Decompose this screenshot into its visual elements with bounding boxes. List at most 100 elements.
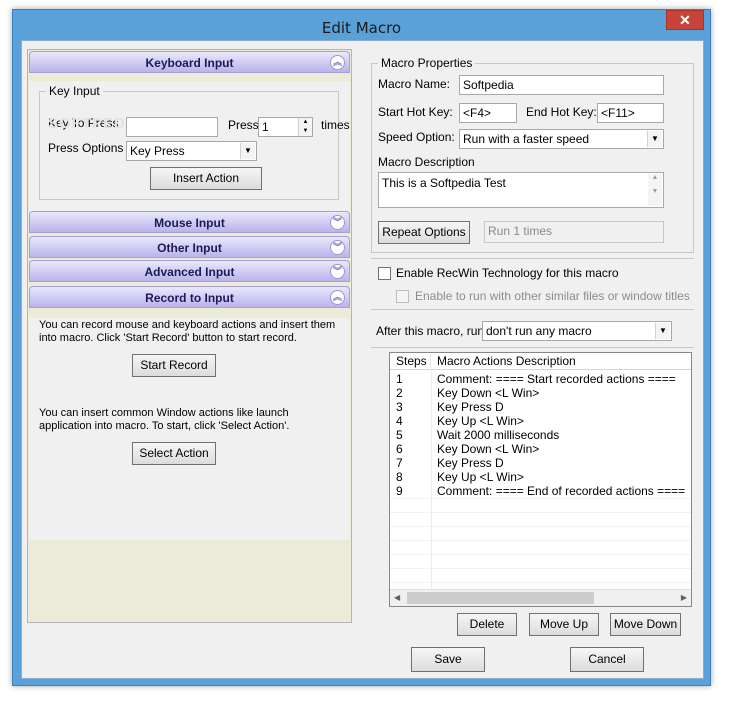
speed-option-select[interactable]: Run with a faster speed ▼ [459,129,664,149]
insert-action-button[interactable]: Insert Action [150,167,262,190]
speed-option-label: Speed Option: [378,130,455,144]
grid-line [390,540,691,541]
end-hotkey-label: End Hot Key: [526,105,597,119]
scrollbar-thumb[interactable] [407,592,594,604]
table-row[interactable]: 5 Wait 2000 milliseconds [390,428,691,442]
enable-similar-checkbox[interactable] [396,290,409,303]
table-row[interactable]: 8 Key Up <L Win> [390,470,691,484]
step-number: 8 [396,470,403,484]
press-options-value: Key Press [130,144,185,158]
grid-line [390,526,691,527]
table-row[interactable]: 3 Key Press D [390,400,691,414]
table-row[interactable]: 2 Key Down <L Win> [390,386,691,400]
select-action-button[interactable]: Select Action [132,442,216,465]
grid-line [390,498,691,499]
record-to-input-body: You can record mouse and keyboard action… [29,318,350,540]
chevron-down-icon[interactable]: ▼ [655,323,670,339]
chevron-down-icon[interactable]: ︾ [330,264,345,279]
keyboard-input-header-label: Keyboard Input [145,56,234,70]
move-down-button[interactable]: Move Down [610,613,681,636]
separator [371,347,694,348]
step-number: 3 [396,400,403,414]
after-macro-label: After this macro, run [376,324,485,338]
record-to-input-header-label: Record to Input [145,291,234,305]
step-number: 6 [396,442,403,456]
step-description: Comment: ==== Start recorded actions ===… [437,372,676,386]
keyboard-input-header[interactable]: Keyboard Input ︽ [29,51,350,73]
chevron-up-icon[interactable]: ︽ [330,55,345,70]
step-description: Wait 2000 milliseconds [437,428,560,442]
chevron-up-icon[interactable]: ︽ [330,290,345,305]
repeat-count-display: Run 1 times [484,221,664,243]
table-row[interactable]: 9 Comment: ==== End of recorded actions =… [390,484,691,498]
step-description: Key Up <L Win> [437,414,524,428]
other-input-header[interactable]: Other Input ︾ [29,236,350,258]
select-action-instructions: You can insert common Window actions lik… [39,407,290,432]
mouse-input-header[interactable]: Mouse Input ︾ [29,211,350,233]
horizontal-scrollbar[interactable]: ◀ ▶ [390,589,691,606]
move-up-button[interactable]: Move Up [529,613,599,636]
grid-line [390,582,691,583]
table-row[interactable]: 7 Key Press D [390,456,691,470]
speed-option-value: Run with a faster speed [463,132,590,146]
description-scrollbar[interactable]: ▲ ▼ [648,174,662,206]
scroll-left-icon[interactable]: ◀ [394,593,400,602]
step-number: 2 [396,386,403,400]
title-bar[interactable]: Edit Macro ✕ [13,10,710,40]
scroll-right-icon[interactable]: ▶ [681,593,687,602]
macro-name-field[interactable]: Softpedia [459,75,664,95]
macro-actions-list[interactable]: Steps Macro Actions Description 1 Comment… [389,352,692,607]
grid-line [390,554,691,555]
step-description: Key Down <L Win> [437,442,540,456]
press-options-select[interactable]: Key Press ▼ [126,141,257,161]
step-description: Key Press D [437,456,504,470]
cancel-button[interactable]: Cancel [570,647,644,672]
enable-recwin-checkbox[interactable] [378,267,391,280]
chevron-down-icon[interactable]: ▼ [240,143,255,159]
grid-line [390,512,691,513]
press-label: Press [228,118,259,132]
advanced-input-header[interactable]: Advanced Input ︾ [29,260,350,282]
key-input-group-label: Key Input [46,84,103,98]
step-description: Key Press D [437,400,504,414]
press-count-stepper[interactable]: 1 ▲ ▼ [258,117,313,137]
record-to-input-header[interactable]: Record to Input ︽ [29,286,350,308]
macro-properties-label: Macro Properties [378,56,476,70]
step-description: Key Up <L Win> [437,470,524,484]
spin-buttons[interactable]: ▲ ▼ [298,118,312,136]
chevron-down-icon[interactable]: ︾ [330,215,345,230]
macro-description-label: Macro Description [378,155,475,169]
delete-button[interactable]: Delete [457,613,517,636]
step-number: 4 [396,414,403,428]
chevron-down-icon[interactable]: ▼ [647,131,662,147]
spin-down-icon[interactable]: ▼ [299,127,312,136]
table-row[interactable]: 6 Key Down <L Win> [390,442,691,456]
keyboard-input-body: Key Input Key To Press SOFTPEDIA Press 1… [29,81,350,221]
advanced-input-header-label: Advanced Input [144,265,235,279]
after-macro-value: don't run any macro [486,324,592,338]
step-number: 7 [396,456,403,470]
macro-description-value: This is a Softpedia Test [382,176,506,190]
enable-recwin-label: Enable RecWin Technology for this macro [396,266,619,280]
dialog-client-area: Keyboard Input ︽ Key Input Key To Press … [21,40,704,679]
input-accordion-panel: Keyboard Input ︽ Key Input Key To Press … [27,49,352,623]
chevron-down-icon[interactable]: ︾ [330,240,345,255]
macro-description-field[interactable]: This is a Softpedia Test ▲ ▼ [378,172,664,208]
table-row[interactable]: 4 Key Up <L Win> [390,414,691,428]
table-row[interactable]: 1 Comment: ==== Start recorded actions ==… [390,372,691,386]
key-to-press-field[interactable] [126,117,218,137]
repeat-options-button[interactable]: Repeat Options [378,221,470,244]
after-macro-select[interactable]: don't run any macro ▼ [482,321,672,341]
press-options-label: Press Options [48,141,124,155]
step-number: 9 [396,484,403,498]
column-header-description[interactable]: Macro Actions Description [432,353,576,370]
save-button[interactable]: Save [411,647,485,672]
start-hotkey-field[interactable]: <F4> [459,103,517,123]
end-hotkey-field[interactable]: <F11> [597,103,664,123]
enable-similar-label: Enable to run with other similar files o… [415,289,690,303]
grid-line [390,568,691,569]
column-header-steps[interactable]: Steps [390,353,431,370]
start-record-button[interactable]: Start Record [132,354,216,377]
close-button[interactable]: ✕ [666,10,704,30]
spin-up-icon[interactable]: ▲ [299,118,312,127]
